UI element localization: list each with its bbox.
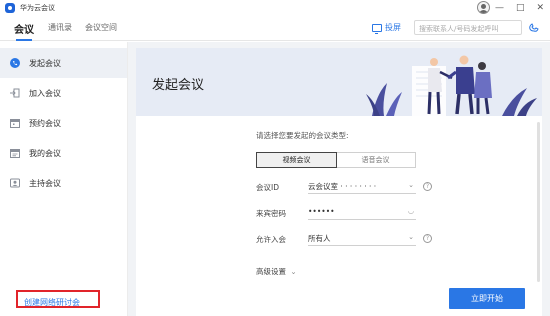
chevron-down-icon: ⌄ bbox=[290, 267, 297, 276]
tab-meeting[interactable]: 会议 bbox=[14, 21, 34, 41]
voice-meeting-option[interactable]: 语音会议 bbox=[336, 153, 415, 167]
sidebar-item-label: 预约会议 bbox=[29, 118, 61, 128]
calendar-icon bbox=[10, 119, 20, 128]
main-panel: 发起会议 请选择您要发起的会议类型: 视频会议 语音会议 会议ID 云会议室 ·… bbox=[128, 42, 550, 316]
eye-hidden-icon[interactable]: ◡ bbox=[408, 207, 414, 215]
sidebar-item-start-meeting[interactable]: 发起会议 bbox=[0, 48, 127, 78]
sidebar-item-schedule-meeting[interactable]: 预约会议 bbox=[0, 108, 127, 138]
window-controls: — □ ✕ bbox=[495, 2, 544, 14]
guest-password-field[interactable]: •••••• ◡ bbox=[308, 206, 416, 220]
tab-meeting-space[interactable]: 会议空间 bbox=[85, 22, 117, 33]
sidebar: 发起会议 加入会议 预约会议 我的会议 主持会议 创建网络研讨会 bbox=[0, 42, 128, 316]
maximize-button[interactable]: □ bbox=[516, 2, 525, 14]
video-meeting-option[interactable]: 视频会议 bbox=[256, 152, 337, 168]
meeting-type-toggle: 视频会议 语音会议 bbox=[256, 152, 416, 168]
scrollbar[interactable] bbox=[537, 122, 540, 282]
help-icon[interactable]: ? bbox=[423, 182, 432, 191]
sidebar-item-host-meeting[interactable]: 主持会议 bbox=[0, 168, 127, 198]
guest-password-label: 来宾密码 bbox=[256, 209, 286, 218]
phone-icon bbox=[10, 58, 20, 68]
avatar[interactable] bbox=[477, 1, 490, 14]
advanced-settings-label: 高级设置 bbox=[256, 267, 286, 276]
tab-contacts[interactable]: 通讯录 bbox=[48, 22, 72, 33]
share-screen-label: 投屏 bbox=[385, 23, 401, 32]
create-webinar-link[interactable]: 创建网络研讨会 bbox=[24, 297, 80, 308]
guest-password-value: •••••• bbox=[308, 207, 335, 216]
host-icon bbox=[10, 178, 20, 188]
sidebar-item-label: 我的会议 bbox=[29, 148, 61, 158]
meeting-type-prompt: 请选择您要发起的会议类型: bbox=[256, 131, 349, 140]
meeting-id-value: 云会议室 · · · · · · · · bbox=[308, 182, 377, 191]
advanced-settings-toggle[interactable]: 高级设置 ⌄ bbox=[256, 266, 297, 277]
allow-join-value: 所有人 bbox=[308, 234, 331, 243]
banner: 发起会议 bbox=[136, 48, 542, 116]
page-title: 发起会议 bbox=[152, 78, 205, 93]
top-tab-bar: 会议 通讯录 会议空间 投屏 搜索联系人/号码发起呼叫 bbox=[0, 16, 550, 41]
allow-join-select[interactable]: 所有人 ⌄ bbox=[308, 232, 416, 246]
share-screen-button[interactable]: 投屏 bbox=[372, 21, 401, 34]
sidebar-item-label: 主持会议 bbox=[29, 178, 61, 188]
chevron-down-icon: ⌄ bbox=[408, 233, 414, 241]
close-button[interactable]: ✕ bbox=[536, 2, 544, 14]
join-icon bbox=[10, 88, 20, 98]
sidebar-item-my-meetings[interactable]: 我的会议 bbox=[0, 138, 127, 168]
help-icon[interactable]: ? bbox=[423, 234, 432, 243]
start-now-button[interactable]: 立即开始 bbox=[449, 288, 525, 309]
monitor-icon bbox=[372, 23, 382, 34]
calendar-list-icon bbox=[10, 149, 20, 158]
search-input[interactable]: 搜索联系人/号码发起呼叫 bbox=[414, 20, 522, 35]
sidebar-item-label: 加入会议 bbox=[29, 88, 61, 98]
sidebar-item-label: 发起会议 bbox=[29, 58, 61, 68]
meeting-id-select[interactable]: 云会议室 · · · · · · · · ⌄ bbox=[308, 180, 416, 194]
business-people-illustration bbox=[366, 55, 537, 116]
dialpad-icon[interactable] bbox=[528, 22, 540, 32]
minimize-button[interactable]: — bbox=[495, 2, 504, 14]
allow-join-label: 允许入会 bbox=[256, 235, 286, 244]
title-bar: 华为云会议 — □ ✕ bbox=[0, 0, 550, 16]
app-title: 华为云会议 bbox=[20, 4, 55, 12]
chevron-down-icon: ⌄ bbox=[408, 181, 414, 189]
app-logo-icon bbox=[5, 3, 15, 13]
meeting-id-label: 会议ID bbox=[256, 183, 279, 192]
start-meeting-card: 发起会议 请选择您要发起的会议类型: 视频会议 语音会议 会议ID 云会议室 ·… bbox=[136, 48, 542, 316]
sidebar-item-join-meeting[interactable]: 加入会议 bbox=[0, 78, 127, 108]
